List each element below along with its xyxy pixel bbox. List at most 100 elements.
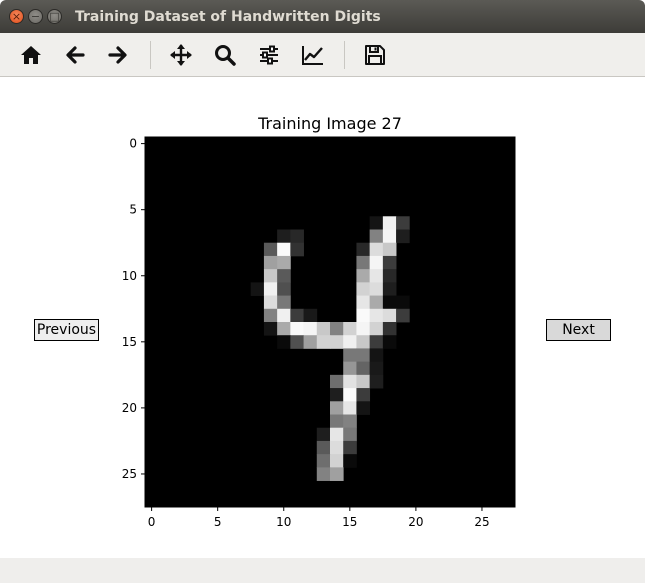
pixel-cell	[343, 414, 357, 429]
pixel-cell	[277, 242, 291, 257]
floppy-disk-icon	[365, 45, 385, 65]
x-tick-label: 20	[408, 515, 423, 529]
title-bar: × − □ Training Dataset of Handwritten Di…	[0, 0, 645, 33]
zoom-button[interactable]	[211, 41, 239, 69]
magnifier-icon	[215, 45, 236, 66]
pixel-cell	[369, 295, 384, 310]
close-icon: ×	[11, 10, 22, 23]
pixel-cell	[382, 282, 397, 296]
pixel-cell	[369, 255, 384, 270]
pixel-cell	[330, 467, 344, 481]
pan-button[interactable]	[167, 41, 195, 69]
pixel-cell	[330, 374, 344, 389]
pixel-cell	[382, 335, 397, 349]
pixel-cell	[356, 255, 371, 270]
pixel-cell	[369, 361, 384, 376]
pixel-cell	[263, 322, 278, 336]
pixel-cell	[290, 229, 304, 244]
pixel-cell	[369, 242, 384, 257]
pixel-cell	[250, 282, 265, 296]
pixel-cell	[277, 255, 291, 270]
pixel-cell	[316, 335, 331, 349]
pixel-cell	[369, 229, 384, 244]
pixel-cell	[369, 322, 384, 336]
pixel-cell	[369, 374, 384, 389]
pixel-cell	[396, 229, 410, 244]
pixel-cell	[316, 454, 331, 468]
y-tick-label: 0	[129, 137, 137, 151]
pixel-cell	[330, 401, 344, 415]
window-title: Training Dataset of Handwritten Digits	[75, 9, 381, 25]
toolbar-separator	[150, 41, 151, 69]
next-button[interactable]: Next	[546, 319, 611, 341]
pixel-cell	[343, 440, 357, 455]
pixel-cell	[356, 282, 371, 296]
pixel-cell	[316, 467, 331, 481]
back-button[interactable]	[61, 41, 89, 69]
pixel-cell	[382, 295, 397, 310]
pixel-cell	[343, 348, 357, 363]
pixel-cell	[382, 308, 397, 323]
pixel-cell	[303, 308, 318, 323]
arrow-left-icon	[66, 46, 85, 64]
maximize-icon: □	[49, 10, 60, 23]
pixel-cell	[382, 255, 397, 270]
chart-title: Training Image 27	[257, 114, 402, 133]
pixel-cell	[343, 427, 357, 442]
status-bar	[0, 558, 645, 583]
pixel-cell	[303, 335, 318, 349]
pixel-cell	[263, 308, 278, 323]
pixel-cell	[369, 269, 384, 283]
pixel-cell	[316, 427, 331, 442]
pixel-cell	[356, 242, 371, 257]
pixel-cell	[277, 335, 291, 349]
pixel-cell	[330, 454, 344, 468]
pixel-cell	[356, 361, 371, 376]
close-window-button[interactable]: ×	[9, 9, 24, 24]
pixel-cell	[290, 308, 304, 323]
save-button[interactable]	[361, 41, 389, 69]
pixel-cell	[263, 242, 278, 257]
pixel-cell	[277, 269, 291, 283]
forward-button[interactable]	[104, 41, 132, 69]
pixel-cell	[263, 269, 278, 283]
pixel-cell	[290, 322, 304, 336]
pixel-cell	[369, 282, 384, 296]
pixel-cell	[343, 388, 357, 402]
pixel-cell	[356, 322, 371, 336]
pixel-cell	[316, 322, 331, 336]
pixel-cell	[396, 216, 410, 230]
pixel-cell	[277, 322, 291, 336]
previous-button[interactable]: Previous	[34, 319, 99, 341]
pixel-cell	[343, 361, 357, 376]
pixel-cell	[369, 348, 384, 363]
pixel-cell	[277, 229, 291, 244]
pixel-cell	[382, 229, 397, 244]
pixel-cell	[369, 335, 384, 349]
y-tick-label: 15	[122, 335, 137, 349]
pixel-cell	[330, 322, 344, 336]
figure: 0 5 10 15 20 25 0 5 10 15 20 25 Training Image 27	[122, 114, 516, 529]
figure-canvas[interactable]: 0 5 10 15 20 25 0 5 10 15 20 25 Training Image 27 Pr…	[0, 78, 645, 558]
pixel-cell	[303, 322, 318, 336]
y-tick-label: 10	[122, 269, 137, 283]
pixel-cell	[369, 216, 384, 230]
arrow-right-icon	[108, 46, 127, 64]
y-tick-label: 25	[122, 467, 137, 481]
edit-axes-button[interactable]	[299, 41, 327, 69]
pixel-cell	[396, 295, 410, 310]
pixel-cell	[263, 255, 278, 270]
y-tick-label: 20	[122, 401, 137, 415]
pixel-cell	[330, 427, 344, 442]
minimize-window-button[interactable]: −	[28, 9, 43, 24]
pixel-cell	[343, 335, 357, 349]
home-icon	[21, 46, 41, 64]
pixel-cell	[330, 388, 344, 402]
pixel-cell	[343, 374, 357, 389]
subplots-button[interactable]	[255, 41, 283, 69]
home-button[interactable]	[17, 41, 45, 69]
pixel-cell	[330, 414, 344, 429]
pixel-cell	[330, 440, 344, 455]
maximize-window-button[interactable]: □	[47, 9, 62, 24]
pixel-cell	[290, 335, 304, 349]
